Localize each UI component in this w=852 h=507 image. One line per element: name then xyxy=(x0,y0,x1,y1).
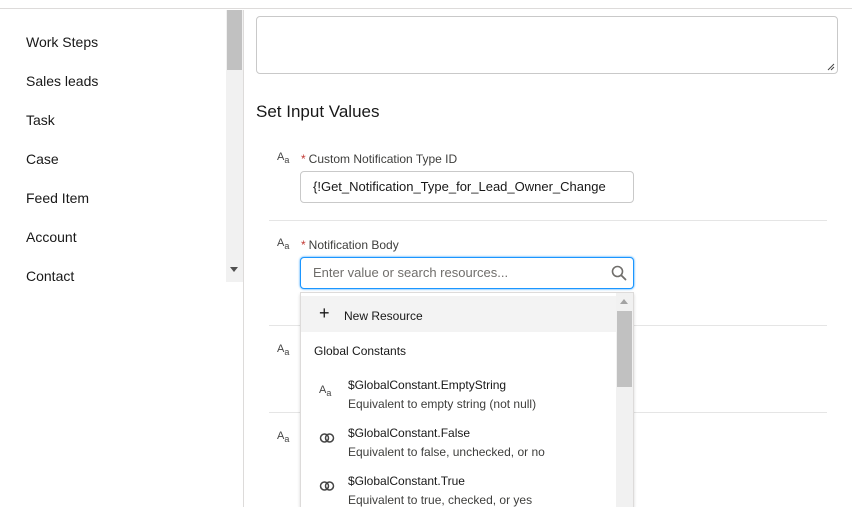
option-description: Equivalent to empty string (not null) xyxy=(348,397,537,411)
option-description: Equivalent to true, checked, or yes xyxy=(348,493,533,507)
field-label-notification-type-id: * Custom Notification Type ID xyxy=(301,152,458,166)
sidebar-list: Work Steps Sales leads Task Case Feed It… xyxy=(0,10,226,284)
text-type-icon: Aa xyxy=(277,343,290,358)
dropdown-scrollbar[interactable] xyxy=(616,293,633,507)
option-description: Equivalent to false, unchecked, or no xyxy=(348,445,545,459)
new-resource-label: New Resource xyxy=(344,309,423,323)
section-title: Set Input Values xyxy=(256,102,380,121)
sidebar-item-task[interactable]: Task xyxy=(26,112,55,128)
option-title: $GlobalConstant.True xyxy=(348,474,465,488)
main-panel: Set Input Values Aa * Custom Notification… xyxy=(245,10,852,507)
scroll-down-arrow-icon[interactable] xyxy=(230,267,238,272)
sidebar-item-feed-item[interactable]: Feed Item xyxy=(26,190,89,206)
text-type-icon: Aa xyxy=(277,430,290,445)
dropdown-scrollbar-thumb[interactable] xyxy=(617,311,632,387)
option-title: $GlobalConstant.EmptyString xyxy=(348,378,507,392)
boolean-toggle-icon xyxy=(319,433,335,443)
top-bar xyxy=(0,0,852,9)
option-title: $GlobalConstant.False xyxy=(348,426,471,440)
resize-grip-icon[interactable] xyxy=(827,63,835,71)
sidebar-scrollbar[interactable] xyxy=(226,10,243,282)
sidebar: Work Steps Sales leads Task Case Feed It… xyxy=(0,10,244,507)
sidebar-item-account[interactable]: Account xyxy=(26,229,77,245)
field-label-notification-body: * Notification Body xyxy=(301,238,399,252)
text-type-icon: Aa xyxy=(277,151,290,166)
sidebar-item-case[interactable]: Case xyxy=(26,151,59,167)
description-textarea[interactable] xyxy=(256,16,838,74)
notification-body-input[interactable]: Enter value or search resources... xyxy=(300,257,634,289)
sidebar-item-work-steps[interactable]: Work Steps xyxy=(26,34,98,50)
plus-icon: + xyxy=(319,303,330,323)
boolean-toggle-icon xyxy=(319,481,335,491)
notification-body-placeholder: Enter value or search resources... xyxy=(313,265,509,280)
scroll-up-arrow-icon[interactable] xyxy=(620,299,628,304)
notification-type-id-input[interactable]: {!Get_Notification_Type_for_Lead_Owner_C… xyxy=(300,171,634,203)
new-resource-option[interactable]: + New Resource xyxy=(301,296,616,332)
group-label-global-constants: Global Constants xyxy=(314,344,407,358)
sidebar-scrollbar-thumb[interactable] xyxy=(227,10,242,70)
text-type-icon: Aa xyxy=(277,237,290,252)
resource-dropdown: + New Resource Global Constants Aa $Glob… xyxy=(300,292,634,507)
sidebar-item-contact[interactable]: Contact xyxy=(26,268,74,284)
search-icon[interactable] xyxy=(611,265,627,281)
sidebar-item-sales-leads[interactable]: Sales leads xyxy=(26,73,98,89)
divider xyxy=(269,220,827,221)
text-type-icon: Aa xyxy=(319,384,332,399)
